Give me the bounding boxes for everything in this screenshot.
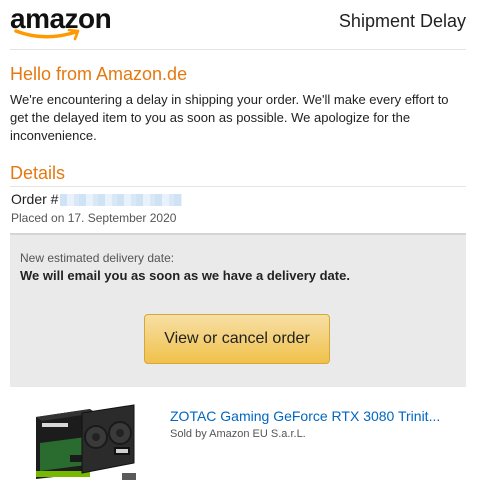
product-title-link[interactable]: ZOTAC Gaming GeForce RTX 3080 Trinit... (170, 408, 440, 424)
graphics-card-product-image[interactable] (30, 403, 142, 485)
product-seller: Sold by Amazon EU S.a.r.L. (170, 428, 306, 440)
amazon-logo[interactable]: amazon (10, 4, 114, 42)
details-divider (10, 186, 466, 187)
details-heading: Details (10, 163, 66, 183)
order-number-label: Order # (11, 191, 59, 207)
order-number-row: Order # (11, 191, 183, 207)
greeting-body: We're encountering a delay in shipping y… (10, 92, 449, 143)
view-or-cancel-order-button[interactable]: View or cancel order (144, 314, 330, 364)
delivery-info-panel: New estimated delivery date: We will ema… (10, 233, 466, 387)
estimated-delivery-label: New estimated delivery date: (20, 251, 175, 265)
header-divider (10, 49, 466, 50)
smile-arrow-icon (14, 28, 80, 41)
greeting-heading: Hello from Amazon.de (10, 64, 188, 84)
order-placed-date: Placed on 17. September 2020 (11, 211, 177, 225)
email-subject: Shipment Delay (338, 11, 466, 31)
estimated-delivery-value: We will email you as soon as we have a d… (20, 268, 350, 283)
email-header: amazon Shipment Delay (0, 0, 481, 50)
product-image-icon (36, 404, 136, 480)
redacted-order-number (60, 194, 183, 207)
